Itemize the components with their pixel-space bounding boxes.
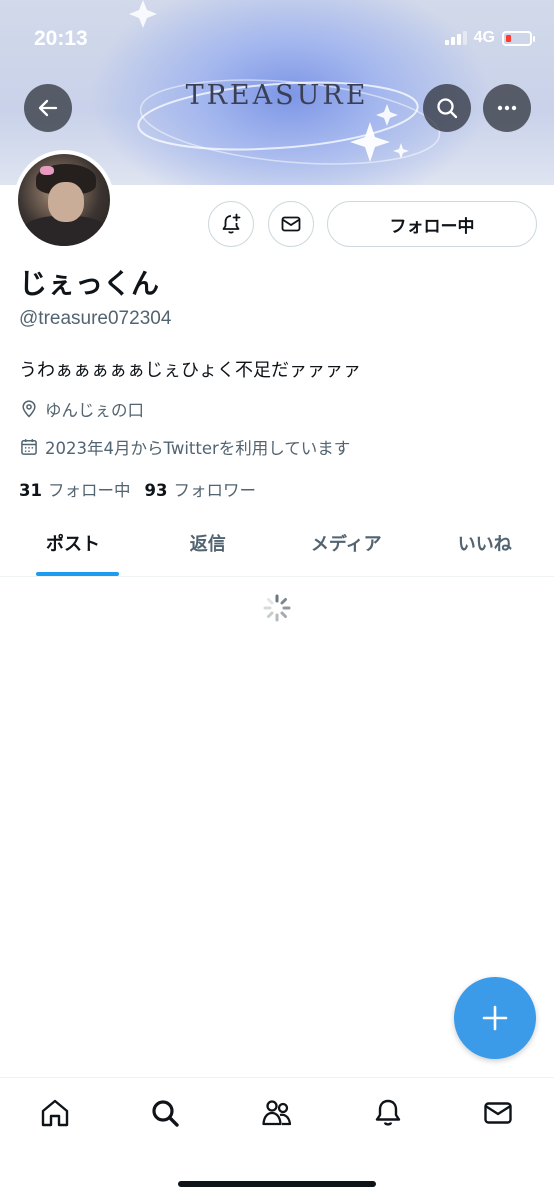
more-icon — [497, 105, 517, 111]
calendar-icon — [21, 439, 37, 455]
tab-media[interactable]: メディア — [277, 520, 416, 576]
tab-likes[interactable]: いいね — [416, 520, 554, 576]
home-indicator — [178, 1181, 376, 1187]
status-time: 20:13 — [34, 27, 88, 50]
following-count: 31 — [19, 481, 42, 500]
nav-messages[interactable] — [478, 1093, 518, 1133]
follow-counts: 31 フォロー中 93 フォロワー — [19, 477, 256, 501]
user-handle: @treasure072304 — [19, 308, 172, 329]
profile-bio: うわぁぁぁぁぁじぇひょく不足だァァァァ — [19, 360, 361, 381]
compose-button[interactable] — [454, 977, 536, 1059]
arrow-left-icon — [38, 99, 58, 117]
tab-label: いいね — [457, 534, 512, 555]
avatar-image — [18, 154, 110, 246]
profile-location: ゆんじぇの口 — [19, 397, 144, 421]
following-label: フォロー中 — [47, 481, 131, 500]
more-button[interactable] — [483, 84, 531, 132]
tab-label: ポスト — [46, 534, 100, 555]
message-button[interactable] — [268, 201, 314, 247]
following-link[interactable]: 31 フォロー中 — [19, 477, 130, 501]
search-icon — [437, 98, 458, 119]
mail-icon — [484, 1102, 512, 1124]
search-icon — [152, 1100, 179, 1127]
avatar[interactable] — [14, 150, 114, 250]
plus-icon — [482, 1005, 508, 1031]
nav-search[interactable] — [145, 1093, 185, 1133]
tab-label: メディア — [310, 534, 382, 555]
tab-posts[interactable]: ポスト — [0, 520, 139, 576]
network-type: 4G — [473, 29, 495, 46]
profile-tabs: ポスト 返信 メディア いいね — [0, 520, 554, 577]
tab-replies[interactable]: 返信 — [139, 520, 278, 576]
nav-notifications[interactable] — [368, 1093, 408, 1133]
followers-count: 93 — [144, 481, 168, 500]
signal-icon — [444, 31, 467, 45]
home-icon — [41, 1099, 69, 1127]
followers-link[interactable]: 93 フォロワー — [144, 477, 255, 501]
location-pin-icon — [22, 400, 36, 418]
active-tab-indicator — [36, 572, 119, 576]
communities-icon — [262, 1100, 292, 1126]
profile-joined: 2023年4月からTwitterを利用しています — [19, 435, 350, 459]
back-button[interactable] — [24, 84, 72, 132]
mail-icon — [281, 216, 301, 232]
location-text: ゆんじぇの口 — [45, 401, 144, 420]
tab-label: 返信 — [189, 534, 226, 555]
bell-icon — [375, 1099, 401, 1126]
notification-subscribe-button[interactable] — [208, 201, 254, 247]
battery-icon — [502, 30, 535, 46]
nav-communities[interactable] — [257, 1093, 297, 1133]
status-indicators: 4G — [444, 29, 535, 47]
following-button[interactable]: フォロー中 — [327, 201, 537, 247]
search-button[interactable] — [423, 84, 471, 132]
joined-text: 2023年4月からTwitterを利用しています — [45, 439, 351, 458]
bell-plus-icon — [222, 213, 241, 234]
loading-spinner-icon — [263, 594, 291, 622]
display-name: じぇっくん — [19, 267, 160, 300]
followers-label: フォロワー — [173, 481, 256, 500]
nav-home[interactable] — [35, 1093, 75, 1133]
